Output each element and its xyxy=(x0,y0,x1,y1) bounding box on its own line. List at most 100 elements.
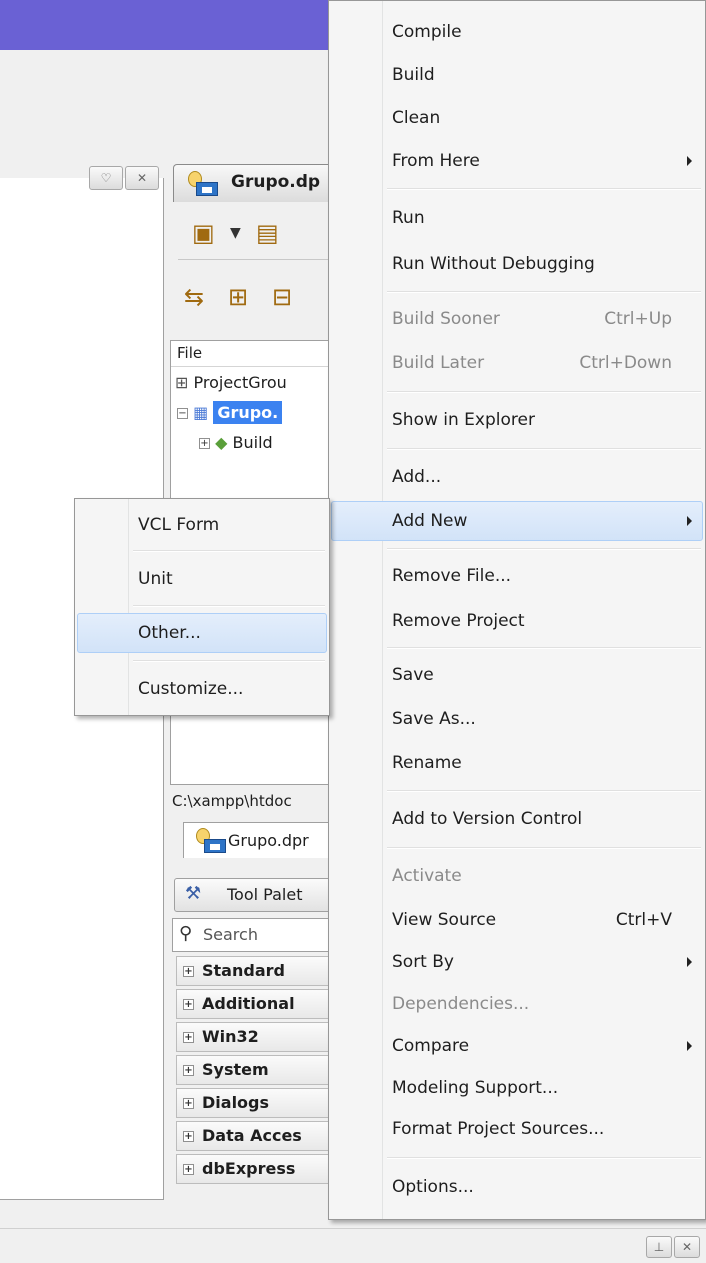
expand-tree-icon[interactable]: ⊞ xyxy=(228,282,248,312)
palette-category-system[interactable]: + System xyxy=(176,1055,332,1085)
menu-separator xyxy=(133,605,325,607)
collapse-tree-icon[interactable]: ⊟ xyxy=(272,282,292,312)
close-icon[interactable]: ✕ xyxy=(674,1236,700,1258)
menu-item-save-as[interactable]: Save As... xyxy=(331,699,703,739)
palette-category-data-access[interactable]: + Data Acces xyxy=(176,1121,332,1151)
menu-item-shortcut: Ctrl+V xyxy=(615,910,672,930)
menu-item-build-sooner[interactable]: Build Sooner Ctrl+Up xyxy=(331,299,703,339)
category-label: Data Acces xyxy=(202,1126,302,1145)
menu-item-options[interactable]: Options... xyxy=(331,1167,703,1207)
palette-search-input[interactable]: ⚲ Search xyxy=(172,918,332,952)
menu-item-label: Customize... xyxy=(138,679,244,699)
menu-item-compare[interactable]: Compare xyxy=(331,1026,703,1066)
expand-icon[interactable]: + xyxy=(199,438,210,449)
menu-separator xyxy=(387,391,701,393)
tree-item-project-group[interactable]: ⊞ ProjectGrou xyxy=(175,369,287,397)
menu-item-run[interactable]: Run xyxy=(331,198,703,238)
submenu-item-other[interactable]: Other... xyxy=(77,613,327,653)
menu-item-dependencies[interactable]: Dependencies... xyxy=(331,984,703,1024)
menu-item-label: Sort By xyxy=(392,952,454,972)
menu-item-modeling-support[interactable]: Modeling Support... xyxy=(331,1068,703,1108)
menu-item-sort-by[interactable]: Sort By xyxy=(331,942,703,982)
tool-palette-tab[interactable]: ⚒ Tool Palet xyxy=(174,878,334,912)
menu-separator xyxy=(387,847,701,849)
menu-item-add-new[interactable]: Add New xyxy=(331,501,703,541)
search-placeholder: Search xyxy=(203,925,258,944)
pin-icon[interactable]: ⊥ xyxy=(646,1236,672,1258)
palette-category-standard[interactable]: + Standard xyxy=(176,956,332,986)
menu-item-clean[interactable]: Clean xyxy=(331,98,703,138)
menu-separator xyxy=(387,188,701,190)
menu-item-label: Save xyxy=(392,665,434,685)
palette-category-win32[interactable]: + Win32 xyxy=(176,1022,332,1052)
tool-palette-label: Tool Palet xyxy=(227,885,303,904)
menu-item-label: Remove File... xyxy=(392,566,512,586)
menu-item-label: Run Without Debugging xyxy=(392,254,595,274)
menu-separator xyxy=(387,291,701,293)
pin-icon[interactable]: ♡ xyxy=(89,166,123,190)
expand-icon: + xyxy=(183,1131,194,1142)
menu-item-activate[interactable]: Activate xyxy=(331,856,703,896)
submenu-item-vcl-form[interactable]: VCL Form xyxy=(77,505,327,545)
build-config-icon: ◆ xyxy=(215,433,228,452)
file-tab[interactable]: Grupo.dpr xyxy=(183,822,333,858)
palette-category-dialogs[interactable]: + Dialogs xyxy=(176,1088,332,1118)
menu-item-add-to-version-control[interactable]: Add to Version Control xyxy=(331,799,703,839)
tree-item-label: ProjectGrou xyxy=(193,373,287,392)
menu-item-label: Show in Explorer xyxy=(392,410,535,430)
menu-separator xyxy=(387,1157,701,1159)
menu-item-add[interactable]: Add... xyxy=(331,457,703,497)
status-buttons: ⊥ ✕ xyxy=(646,1236,700,1258)
close-icon[interactable]: ✕ xyxy=(125,166,159,190)
expand-icon: + xyxy=(183,966,194,977)
menu-item-compile[interactable]: Compile xyxy=(331,12,703,52)
category-label: System xyxy=(202,1060,269,1079)
menu-item-remove-project[interactable]: Remove Project xyxy=(331,601,703,641)
submenu-item-unit[interactable]: Unit xyxy=(77,559,327,599)
menu-item-save[interactable]: Save xyxy=(331,655,703,695)
submenu-arrow-icon xyxy=(687,516,692,526)
project-icon xyxy=(182,170,220,198)
sync-icon[interactable]: ⇆ xyxy=(184,282,204,312)
menu-item-label: Options... xyxy=(392,1177,474,1197)
category-label: Additional xyxy=(202,994,295,1013)
palette-category-dbexpress[interactable]: + dbExpress xyxy=(176,1154,332,1184)
expand-icon: + xyxy=(183,999,194,1010)
menu-item-label: Format Project Sources... xyxy=(392,1119,605,1139)
menu-item-label: Run xyxy=(392,208,425,228)
menu-item-label: From Here xyxy=(392,151,480,171)
menu-item-run-without-debugging[interactable]: Run Without Debugging xyxy=(331,244,703,284)
menu-item-show-in-explorer[interactable]: Show in Explorer xyxy=(331,400,703,440)
menu-item-label: Build Later xyxy=(392,353,485,373)
menu-item-label: Add... xyxy=(392,467,442,487)
submenu-item-customize[interactable]: Customize... xyxy=(77,669,327,709)
tree-item-build[interactable]: + ◆ Build xyxy=(199,429,273,457)
menu-separator xyxy=(387,647,701,649)
menu-item-label: Other... xyxy=(138,623,201,643)
palette-category-additional[interactable]: + Additional xyxy=(176,989,332,1019)
tree-item-grupo[interactable]: − ▦ Grupo. xyxy=(177,399,283,427)
project-manager-tab[interactable]: Grupo.dp xyxy=(173,164,343,202)
expand-icon: + xyxy=(183,1032,194,1043)
collapse-icon[interactable]: − xyxy=(177,408,188,419)
menu-item-build[interactable]: Build xyxy=(331,55,703,95)
menu-item-label: Unit xyxy=(138,569,173,589)
menu-item-rename[interactable]: Rename xyxy=(331,743,703,783)
menu-item-label: Save As... xyxy=(392,709,476,729)
category-label: dbExpress xyxy=(202,1159,296,1178)
dropdown-arrow-icon[interactable]: ▼ xyxy=(230,218,241,248)
menu-item-build-later[interactable]: Build Later Ctrl+Down xyxy=(331,343,703,383)
menu-separator xyxy=(133,550,325,552)
submenu-arrow-icon xyxy=(687,156,692,166)
menu-item-remove-file[interactable]: Remove File... xyxy=(331,556,703,596)
open-project-icon[interactable]: ▤ xyxy=(256,218,279,248)
expand-icon: + xyxy=(183,1098,194,1109)
file-tab-label: Grupo.dpr xyxy=(228,831,309,850)
menu-item-view-source[interactable]: View Source Ctrl+V xyxy=(331,900,703,940)
menu-item-shortcut: Ctrl+Up xyxy=(604,309,672,329)
project-toolbar: ▣ ▼ ▤ xyxy=(178,210,338,260)
menu-item-format-project-sources[interactable]: Format Project Sources... xyxy=(331,1109,703,1149)
new-item-icon[interactable]: ▣ xyxy=(192,218,215,248)
menu-item-label: VCL Form xyxy=(138,515,220,535)
menu-item-from-here[interactable]: From Here xyxy=(331,141,703,181)
